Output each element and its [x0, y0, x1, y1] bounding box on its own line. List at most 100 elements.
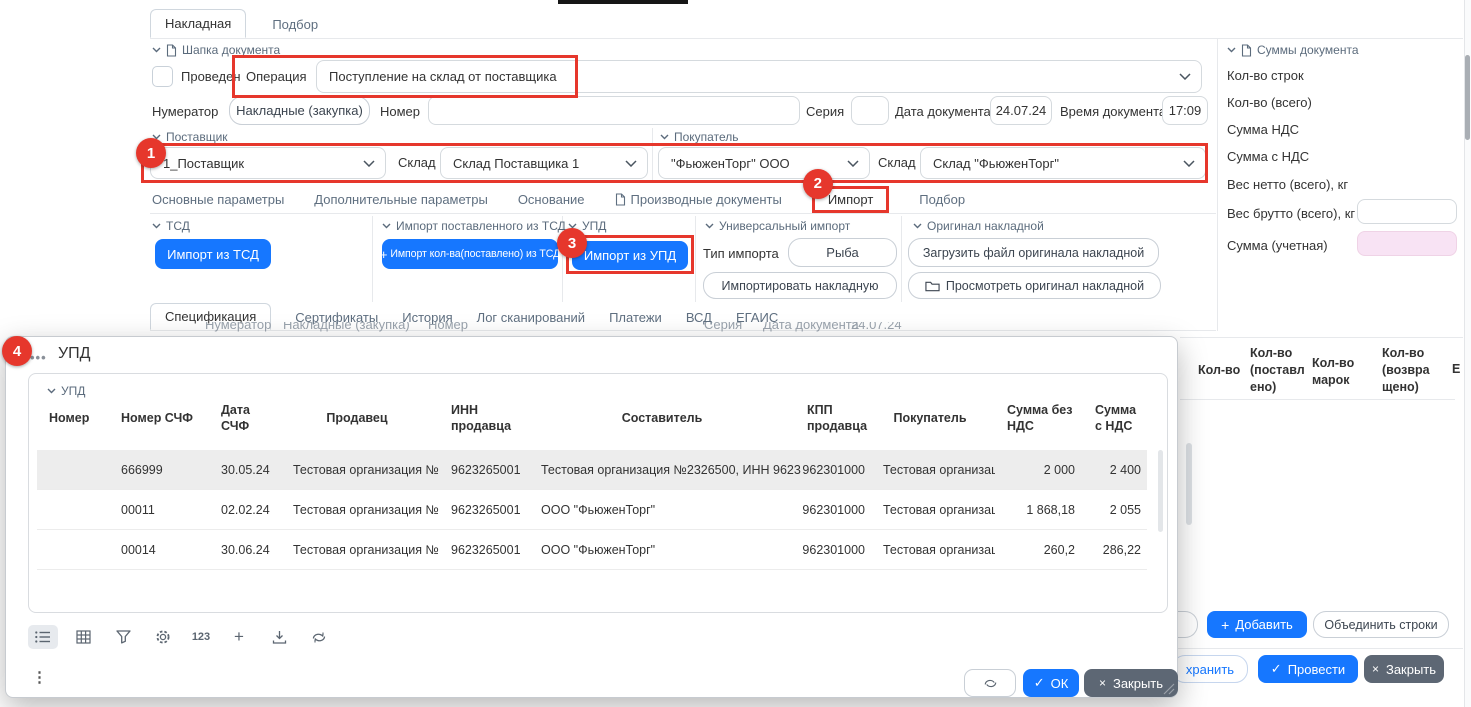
doc-date-label: Дата документа: [895, 104, 991, 119]
plus-icon: +: [380, 247, 388, 262]
sync-icon[interactable]: [304, 625, 334, 649]
tab-podbor-main[interactable]: Подбор: [272, 11, 318, 38]
tab-osnovanie[interactable]: Основание: [518, 192, 585, 207]
document-icon: [615, 193, 626, 206]
chevron-down-icon: [152, 47, 161, 53]
import-from-upd-label: Импорт из УПД: [584, 248, 676, 263]
col-pokupatel[interactable]: Покупатель: [871, 400, 995, 437]
totals-rows-count-label: Кол-во строк: [1227, 68, 1304, 83]
import-qty-tsd-button[interactable]: + Импорт кол-ва(поставлено) из ТСД: [382, 239, 558, 269]
cell: 2 400: [1089, 450, 1147, 489]
upd-table-header: Номер Номер СЧФ Дата СЧФ Продавец ИНН пр…: [37, 400, 1147, 437]
view-original-label: Просмотреть оригинал накладной: [946, 279, 1144, 293]
more-options-icon[interactable]: ⋮: [32, 668, 47, 686]
doc-time-input[interactable]: 17:09: [1162, 96, 1208, 125]
document-icon: [1241, 44, 1252, 57]
numerator-button[interactable]: Накладные (закупка): [229, 96, 370, 125]
view-original-button[interactable]: Просмотреть оригинал накладной: [908, 272, 1161, 299]
section-upd-panel[interactable]: УПД: [47, 384, 85, 398]
upd-row-selected[interactable]: 666999 30.05.24 Тестовая организация № 9…: [37, 450, 1147, 490]
totals-net-weight-label: Вес нетто (всего), кг: [1227, 177, 1348, 192]
grid-view-icon[interactable]: [68, 625, 98, 649]
accounting-sum-field[interactable]: [1357, 231, 1457, 256]
x-icon: ×: [1099, 676, 1106, 690]
import-from-upd-button[interactable]: Импорт из УПД: [572, 241, 688, 270]
col-nomer[interactable]: Номер: [37, 400, 109, 437]
tab-nakladnaya[interactable]: Накладная: [150, 9, 246, 38]
modal-ok-button[interactable]: ✓ ОК: [1023, 669, 1079, 697]
import-type-button[interactable]: Рыба: [788, 238, 897, 267]
series-input-field[interactable]: [860, 102, 880, 119]
section-universal-import[interactable]: Универсальный импорт: [705, 219, 850, 233]
section-totals[interactable]: Суммы документа: [1227, 43, 1359, 57]
annotation-circle-2: 2: [803, 169, 833, 199]
col-inn-prodavca[interactable]: ИНН продавца: [439, 400, 529, 437]
upd-table-scrollbar-thumb[interactable]: [1158, 450, 1163, 532]
section-original-label: Оригинал накладной: [927, 219, 1044, 233]
bg-table-scrollbar-thumb[interactable]: [1186, 443, 1192, 525]
tab-osnovnye-parametry[interactable]: Основные параметры: [152, 192, 284, 207]
gross-weight-field[interactable]: [1366, 203, 1448, 220]
modal-drag-handle-icon[interactable]: •••: [30, 350, 47, 365]
bg-cut-button[interactable]: [1176, 611, 1198, 638]
doc-date-input[interactable]: 24.07.24: [990, 96, 1052, 125]
save-button-fragment[interactable]: хранить: [1172, 655, 1248, 683]
upd-row[interactable]: 00011 02.02.24 Тестовая организация № 96…: [37, 490, 1147, 530]
col-prodavec[interactable]: Продавец: [281, 400, 439, 437]
tab-podbor-params[interactable]: Подбор: [919, 192, 965, 207]
save-button-label: хранить: [1186, 662, 1234, 677]
number-input-field[interactable]: [437, 102, 791, 119]
merge-rows-button[interactable]: Объединить строки: [1313, 611, 1449, 638]
close-form-button[interactable]: × Закрыть: [1364, 655, 1444, 683]
download-icon[interactable]: [264, 625, 294, 649]
window-scrollbar-thumb[interactable]: [1465, 55, 1470, 140]
annotation-circle-3: 3: [557, 228, 587, 258]
col-sostavitel[interactable]: Составитель: [529, 400, 801, 437]
posted-checkbox[interactable]: [152, 66, 173, 87]
numerator-label: Нумератор: [152, 104, 218, 119]
bg-col-qty-returned: Кол-во (возвра щено): [1382, 345, 1440, 396]
merge-rows-label: Объединить строки: [1324, 618, 1437, 632]
add-row-button[interactable]: + Добавить: [1207, 611, 1307, 638]
series-input[interactable]: [851, 96, 889, 125]
cell: [37, 490, 109, 529]
tab-import[interactable]: Импорт 2: [812, 186, 889, 213]
import-invoice-button[interactable]: Импортировать накладную: [703, 272, 897, 299]
col-summa-s-nds[interactable]: Сумма с НДС: [1089, 400, 1147, 437]
cell: 962301000: [801, 530, 871, 569]
post-button[interactable]: ✓ Провести: [1258, 655, 1358, 683]
numbering-123-icon[interactable]: 123: [188, 625, 214, 649]
list-view-icon[interactable]: [28, 625, 58, 649]
import-type-label: Тип импорта: [703, 246, 779, 261]
bg-col-qty-delivered: Кол-во (поставл ено): [1250, 345, 1308, 396]
number-label: Номер: [380, 104, 420, 119]
col-nomer-schf[interactable]: Номер СЧФ: [109, 400, 209, 437]
cell: ООО "ФьюженТорг": [529, 490, 801, 529]
col-data-schf[interactable]: Дата СЧФ: [209, 400, 281, 437]
modal-refresh-button[interactable]: [964, 669, 1016, 697]
resize-grip-icon[interactable]: [1162, 683, 1175, 695]
section-tsd[interactable]: ТСД: [152, 219, 190, 233]
upload-original-button[interactable]: Загрузить файл оригинала накладной: [908, 238, 1159, 267]
filter-icon[interactable]: [108, 625, 138, 649]
section-tsd-qty[interactable]: Импорт поставленного из ТСД: [382, 219, 566, 233]
col-summa-bez-nds[interactable]: Сумма без НДС: [995, 400, 1089, 437]
section-buyer[interactable]: Покупатель: [660, 130, 738, 144]
close-form-label: Закрыть: [1386, 662, 1436, 677]
upd-row[interactable]: 00014 30.06.24 Тестовая организация № 96…: [37, 530, 1147, 570]
tab-proizvodnye-dokumenty[interactable]: Производные документы: [615, 192, 782, 207]
section-original[interactable]: Оригинал накладной: [913, 219, 1044, 233]
add-plus-icon[interactable]: +: [224, 625, 254, 649]
col-kpp-prodavca[interactable]: КПП продавца: [801, 400, 871, 437]
tab-import-label: Импорт: [828, 192, 873, 207]
check-icon: ✓: [1034, 675, 1045, 691]
background-artifact-row: Нумератор Накладные (закупка) Номер Сери…: [150, 322, 1210, 335]
gross-weight-input[interactable]: [1357, 199, 1457, 224]
tab-dopolnitelnye-parametry[interactable]: Дополнительные параметры: [314, 192, 488, 207]
settings-gear-icon[interactable]: [148, 625, 178, 649]
number-input[interactable]: [428, 96, 800, 125]
import-from-tsd-button[interactable]: Импорт из ТСД: [155, 239, 271, 269]
cell: Тестовая организация №: [871, 530, 995, 569]
cell: [37, 450, 109, 489]
section-supplier[interactable]: Поставщик: [152, 130, 228, 144]
